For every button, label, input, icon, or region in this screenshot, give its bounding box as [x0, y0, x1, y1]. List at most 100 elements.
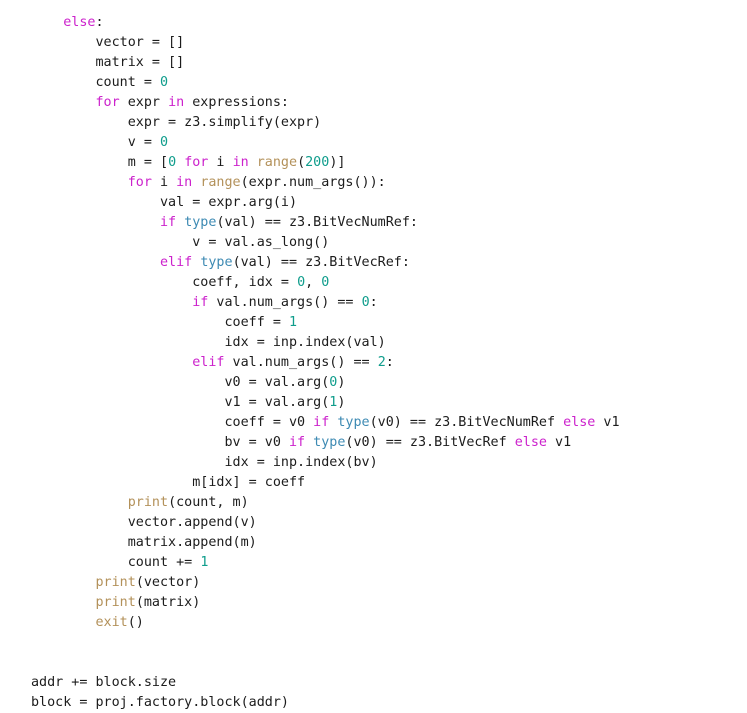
code-token-type: type [184, 215, 217, 231]
code-line: m[idx] = coeff [31, 473, 620, 493]
code-token-kw: else [63, 15, 96, 31]
code-token-kw: in [168, 95, 185, 111]
code-token-kw: if [313, 415, 330, 431]
code-token-kw: elif [160, 255, 193, 271]
code-line: if type(val) == z3.BitVecNumRef: [31, 213, 620, 233]
code-line: addr += block.size [31, 673, 620, 693]
code-token-plain: (val) == z3.BitVecRef: [232, 255, 410, 271]
code-token-plain: bv = v0 [224, 435, 289, 451]
code-token-kw: for [127, 175, 152, 191]
code-token-plain: (val) == z3.BitVecNumRef: [216, 215, 418, 231]
code-token-plain: (count, m) [168, 495, 249, 511]
code-token-plain: v1 [546, 435, 572, 451]
code-token-kw: for [184, 155, 209, 171]
code-token-plain: val = expr.arg(i) [160, 195, 298, 211]
code-token-num: 0 [297, 275, 306, 291]
code-token-plain: block = proj.factory.block(addr) [31, 695, 289, 711]
code-line: count += 1 [31, 553, 620, 573]
code-token-kw: else [563, 415, 596, 431]
code-token-kw: for [95, 95, 120, 111]
code-token-num: 0 [321, 275, 330, 291]
code-token-type: type [313, 435, 346, 451]
code-token-type: type [200, 255, 233, 271]
code-token-plain: : [369, 295, 378, 311]
code-token-plain: matrix.append(m) [127, 535, 257, 551]
code-line: count = 0 [31, 73, 620, 93]
code-line: elif type(val) == z3.BitVecRef: [31, 253, 620, 273]
code-token-num: 1 [200, 555, 209, 571]
code-token-plain: (vector) [135, 575, 201, 591]
code-token-plain: idx = inp.index(val) [224, 335, 386, 351]
code-token-plain: m = [ [127, 155, 169, 171]
code-token-plain: v1 [595, 415, 620, 431]
code-token-plain: v = [127, 135, 160, 151]
code-line: idx = inp.index(bv) [31, 453, 620, 473]
code-line: else: [31, 13, 620, 33]
code-line: block = proj.factory.block(addr) [31, 693, 620, 713]
code-line: for i in range(expr.num_args()): [31, 173, 620, 193]
code-token-plain: count += [127, 555, 201, 571]
code-line: val = expr.arg(i) [31, 193, 620, 213]
code-token-builtin: print [127, 495, 169, 511]
code-token-kw: in [176, 175, 193, 191]
code-line: for expr in expressions: [31, 93, 620, 113]
code-line: matrix = [] [31, 53, 620, 73]
code-line: v = 0 [31, 133, 620, 153]
code-line: coeff = 1 [31, 313, 620, 333]
code-token-plain: () [127, 615, 144, 631]
code-line: bv = v0 if type(v0) == z3.BitVecRef else… [31, 433, 620, 453]
code-token-num: 0 [168, 155, 177, 171]
code-token-num: 2 [377, 355, 386, 371]
code-token-plain: v = val.as_long() [192, 235, 330, 251]
code-token-builtin: range [256, 155, 298, 171]
code-line: print(vector) [31, 573, 620, 593]
code-listing[interactable]: else: vector = [] matrix = [] count = 0 … [31, 13, 620, 713]
code-token-plain: (v0) == z3.BitVecNumRef [369, 415, 564, 431]
code-token-kw: if [160, 215, 177, 231]
code-token-plain: ) [337, 395, 346, 411]
code-token-num: 0 [160, 75, 169, 91]
code-line: expr = z3.simplify(expr) [31, 113, 620, 133]
code-token-kw: in [232, 155, 249, 171]
code-token-plain: v0 = val.arg( [224, 375, 330, 391]
code-token-plain: ) [337, 375, 346, 391]
code-line: if val.num_args() == 0: [31, 293, 620, 313]
code-line: vector.append(v) [31, 513, 620, 533]
code-line: matrix.append(m) [31, 533, 620, 553]
code-line: v1 = val.arg(1) [31, 393, 620, 413]
code-token-plain: coeff = [224, 315, 289, 331]
code-token-plain: (expr.num_args()): [240, 175, 386, 191]
code-token-num: 0 [361, 295, 370, 311]
code-token-plain: matrix = [] [95, 55, 185, 71]
code-token-plain: expressions: [184, 95, 289, 111]
code-token-plain: val.num_args() == [208, 295, 362, 311]
code-token-kw: if [192, 295, 209, 311]
